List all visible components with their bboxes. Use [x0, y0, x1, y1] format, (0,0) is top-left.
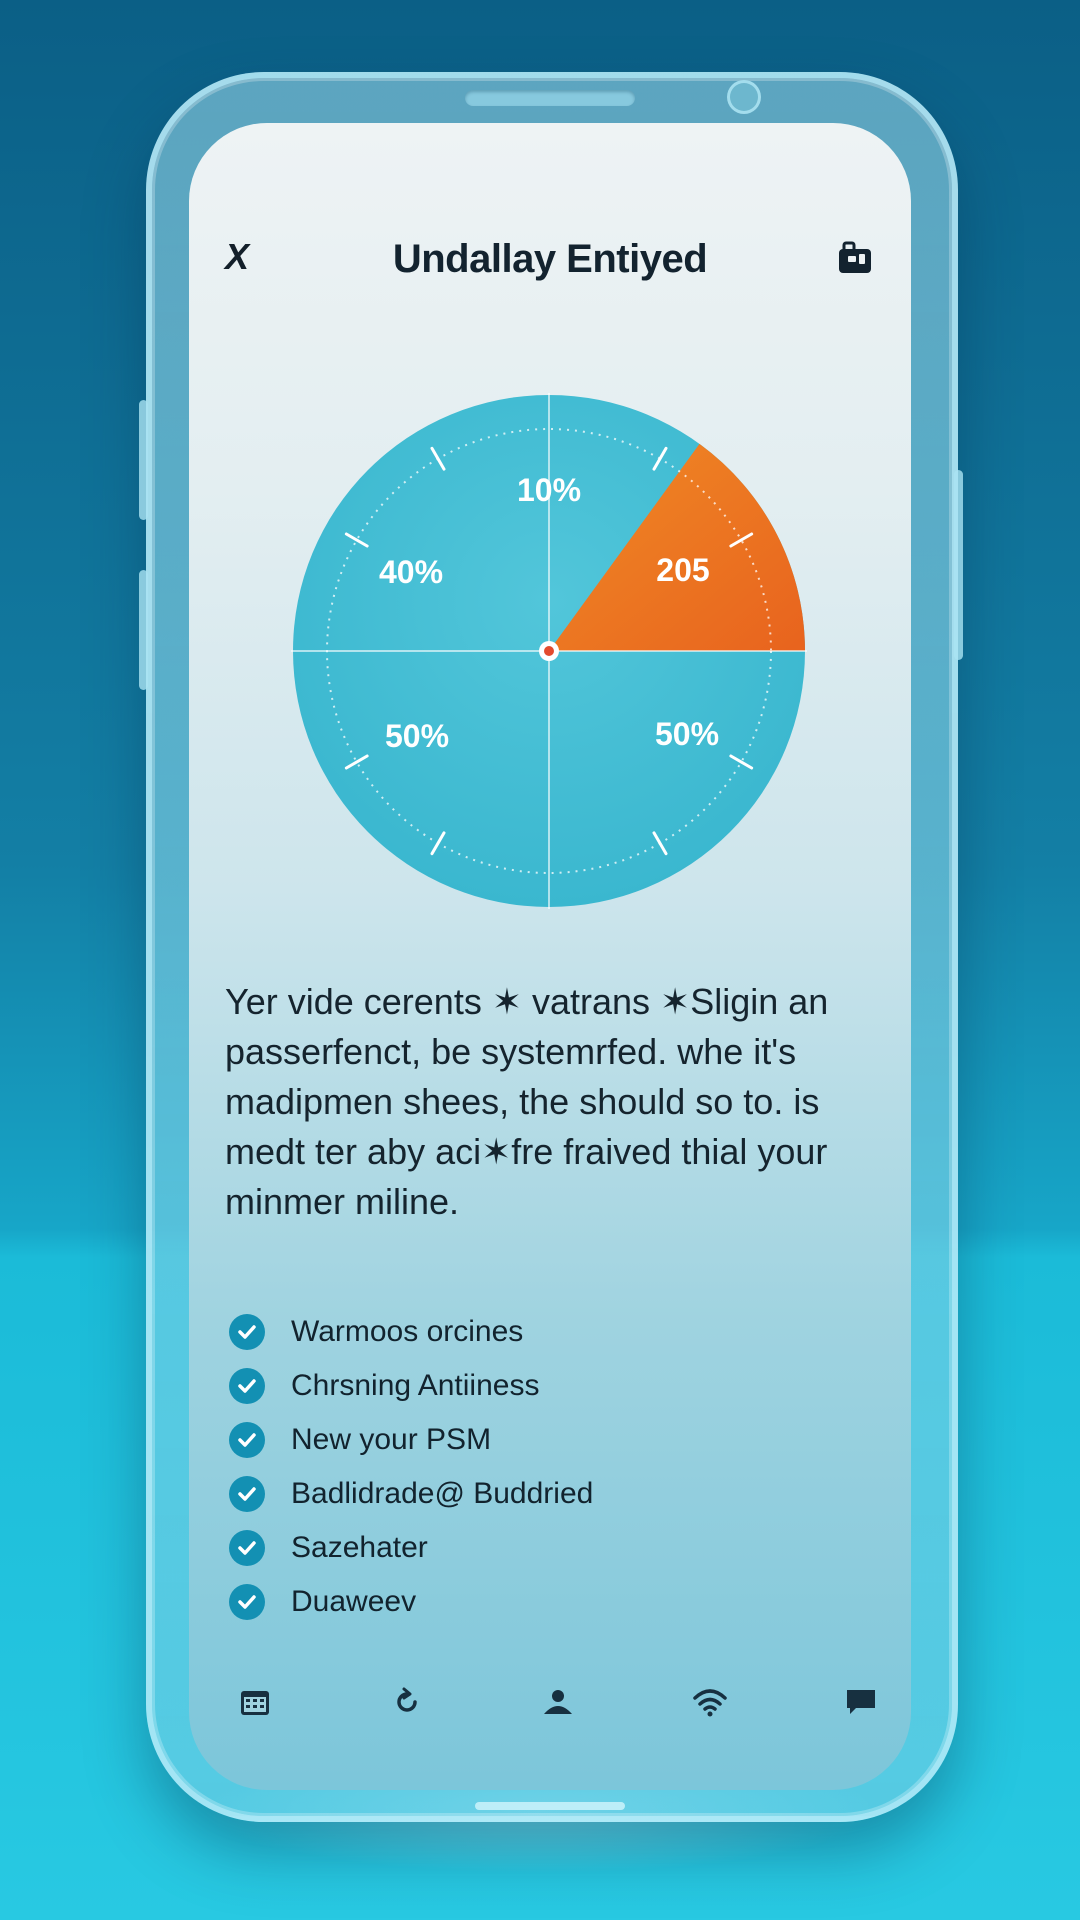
checklist-item[interactable]: Duaweev	[229, 1575, 869, 1629]
bottom-nav	[189, 1667, 911, 1737]
briefcase-icon[interactable]	[836, 237, 876, 277]
side-button-left-upper	[139, 400, 148, 520]
checklist-item[interactable]: New your PSM	[229, 1413, 869, 1467]
checklist-item-label: New your PSM	[291, 1423, 492, 1456]
checklist-item[interactable]: Badlidrade@ Buddried	[229, 1467, 869, 1521]
wifi-icon[interactable]	[690, 1682, 730, 1722]
checklist-item-label: Duaweev	[291, 1585, 417, 1618]
checklist-item-label: Sazehater	[291, 1531, 428, 1564]
checklist-item-label: Badlidrade@ Buddried	[291, 1477, 594, 1510]
check-icon	[229, 1584, 265, 1620]
speaker-grille	[465, 90, 635, 106]
check-icon	[229, 1368, 265, 1404]
gauge-segment-label: 50%	[655, 716, 719, 752]
gauge-center-dot	[544, 646, 554, 656]
refresh-icon[interactable]	[387, 1682, 427, 1722]
gauge-segment-label: 40%	[379, 554, 443, 590]
camera-lens	[727, 80, 761, 114]
chat-icon[interactable]	[841, 1682, 881, 1722]
gauge-segment-label: 10%	[517, 472, 581, 508]
check-icon	[229, 1476, 265, 1512]
check-icon	[229, 1422, 265, 1458]
checklist-item[interactable]: Sazehater	[229, 1521, 869, 1575]
side-button-left-lower	[139, 570, 148, 690]
home-indicator[interactable]	[475, 1802, 625, 1810]
calendar-icon[interactable]	[235, 1682, 275, 1722]
checklist-item[interactable]: Warmoos orcines	[229, 1305, 869, 1359]
description-text: Yer vide cerents ✶ vatrans ✶Sligin an pa…	[225, 981, 829, 1222]
check-icon	[229, 1314, 265, 1350]
phone-screen: X Undallay Entiyed 10% 40% 50% 50% 205 Yer v…	[189, 123, 911, 1790]
page-title: Undallay Entiyed	[392, 237, 708, 281]
gauge-chart: 10% 40% 50% 50% 205	[291, 393, 807, 909]
checklist-item[interactable]: Chrsning Antiiness	[229, 1359, 869, 1413]
checklist-item-label: Warmoos orcines	[291, 1315, 524, 1348]
feature-checklist: Warmoos orcines Chrsning Antiiness New you…	[229, 1305, 869, 1629]
gauge-segment-label: 50%	[385, 718, 449, 754]
checklist-item-label: Chrsning Antiiness	[291, 1369, 540, 1402]
side-button-right	[954, 470, 963, 660]
check-icon	[229, 1530, 265, 1566]
gauge-segment-label: 205	[656, 552, 709, 588]
app-header: X Undallay Entiyed	[189, 123, 911, 293]
profile-icon[interactable]	[538, 1682, 578, 1722]
